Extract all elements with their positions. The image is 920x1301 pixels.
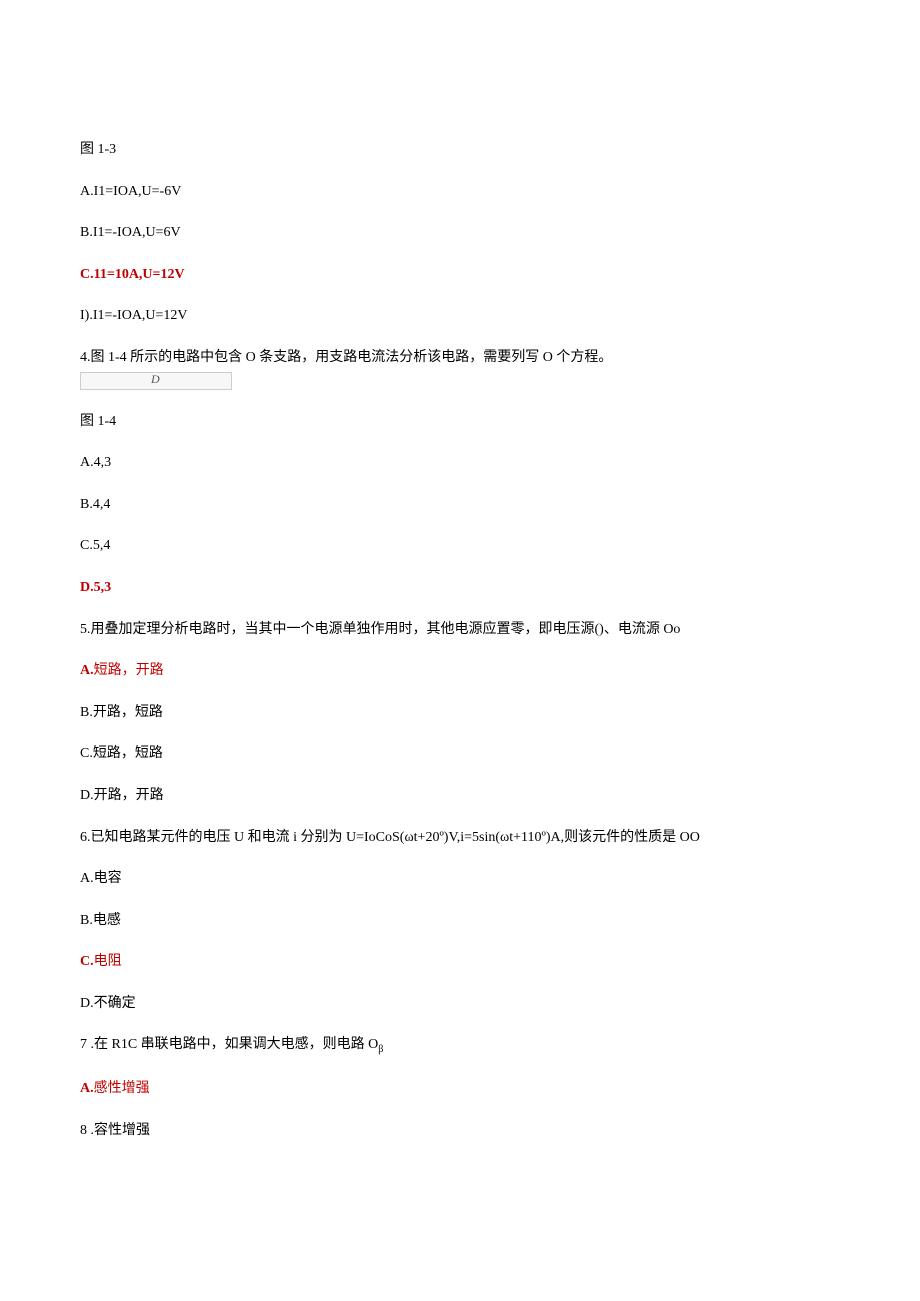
q7-stem: 7 .在 R1C 串联电路中，如果调大电感，则电路 Oβ [80,1035,840,1057]
q6-option-a: A.电容 [80,869,840,889]
q5-option-b: B.开路，短路 [80,703,840,723]
figure-1-4-placeholder: D [80,372,232,390]
q4-option-c: C.5,4 [80,536,840,556]
q6-option-b: B.电感 [80,911,840,931]
q4-option-a: A.4,3 [80,453,840,473]
q5-stem: 5.用叠加定理分析电路时，当其中一个电源单独作用时，其他电源应置零，即电压源()… [80,620,840,640]
q6-option-d: D.不确定 [80,994,840,1014]
q7-stem-text: 7 .在 R1C 串联电路中，如果调大电感，则电路 O [80,1037,378,1052]
q6-c-prefix: C. [80,954,94,969]
q5-a-body: 短路，开路 [94,663,164,678]
figure-label-1-3: 图 1-3 [80,140,840,160]
q4-stem-text: 4.图 1-4 所示的电路中包含 O 条支路，用支路电流法分析该电路，需要列写 … [80,350,612,365]
q5-option-d: D.开路，开路 [80,786,840,806]
q7-a-prefix: A. [80,1081,94,1096]
q3-option-a: A.I1=IOA,U=-6V [80,182,840,202]
q6-option-c-answer: C.电阻 [80,952,840,972]
figure-label-1-4: 图 1-4 [80,412,840,432]
q7-stem-suffix: β [378,1044,383,1055]
q6-c-body: 电阻 [94,954,122,969]
q6-stem: 6.已知电路某元件的电压 U 和电流 i 分别为 U=IoCoS(ωt+20º)… [80,828,840,848]
figure-1-4-label-d: D [151,371,160,388]
q7-a-body: 感性增强 [94,1081,150,1096]
q5-a-prefix: A. [80,663,94,678]
q7-option-a-answer: A.感性增强 [80,1079,840,1099]
q5-option-c: C.短路，短路 [80,744,840,764]
q3-option-d: I).I1=-IOA,U=12V [80,306,840,326]
q4-stem: 4.图 1-4 所示的电路中包含 O 条支路，用支路电流法分析该电路，需要列写 … [80,348,840,390]
page-content: 图 1-3 A.I1=IOA,U=-6V B.I1=-IOA,U=6V C.11… [0,0,920,1222]
q3-option-c-answer: C.11=10A,U=12V [80,265,840,285]
q3-option-b: B.I1=-IOA,U=6V [80,223,840,243]
q8-line: 8 .容性增强 [80,1121,840,1141]
q4-option-b: B.4,4 [80,495,840,515]
q4-option-d-answer: D.5,3 [80,578,840,598]
q5-option-a-answer: A.短路，开路 [80,661,840,681]
